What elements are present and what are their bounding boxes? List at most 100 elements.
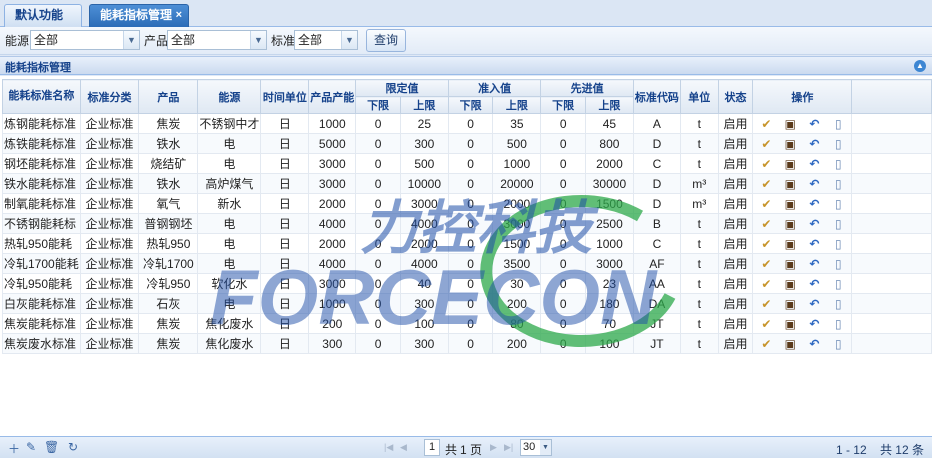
undo-icon[interactable]: ↶: [802, 177, 826, 191]
more-icon[interactable]: ▯: [826, 197, 850, 211]
save-icon[interactable]: ▣: [778, 137, 802, 151]
col-header-energy[interactable]: 能源: [197, 79, 262, 114]
chevron-down-icon[interactable]: ▼: [540, 440, 551, 455]
col-header-product[interactable]: 产品: [138, 79, 199, 114]
close-icon[interactable]: ×: [176, 5, 182, 26]
table-row[interactable]: 焦炭能耗标准 企业标准 焦炭 焦化废水日 200 0 100 0 80 0 70 JT t 启用 ✔ ▣ ↶ ▯: [2, 313, 932, 334]
tab-default-module[interactable]: 默认功能模块: [4, 4, 82, 43]
col-header-code[interactable]: 标准代码: [632, 79, 681, 114]
delete-icon[interactable]: 🗑: [44, 440, 59, 454]
collapse-icon[interactable]: ▲: [914, 60, 926, 72]
save-icon[interactable]: ▣: [778, 117, 802, 131]
chevron-down-icon[interactable]: ▼: [123, 31, 139, 49]
save-icon[interactable]: ▣: [778, 157, 802, 171]
table-row[interactable]: 白灰能耗标准 企业标准 石灰电日 1000 0 300 0 200 0 180 DA t 启用 ✔ ▣ ↶ ▯: [2, 293, 932, 314]
save-icon[interactable]: ▣: [778, 197, 802, 211]
edit-icon[interactable]: ✔: [754, 157, 778, 171]
product-select[interactable]: 全部 ▼: [167, 30, 267, 50]
table-row[interactable]: 焦炭废水标准 企业标准 焦炭 焦化废水日 300 0 300 0 200 0 100 JT t 启用 ✔ ▣ ↶…: [2, 333, 932, 354]
save-icon[interactable]: ▣: [778, 257, 802, 271]
col-header-category[interactable]: 标准分类: [79, 79, 140, 114]
save-icon[interactable]: ▣: [778, 297, 802, 311]
col-header-name[interactable]: 能耗标准名称: [2, 79, 81, 114]
cell-filler: [851, 313, 932, 334]
table-row[interactable]: 炼铁能耗标准 企业标准 铁水电日 5000 0 300 0 500 0 800 Dt 启用 ✔ ▣ ↶ ▯: [2, 133, 932, 154]
undo-icon[interactable]: ↶: [802, 157, 826, 171]
last-page-icon[interactable]: ▶|: [504, 442, 513, 453]
table-row[interactable]: 钢坯能耗标准 企业标准 烧结矿电日 3000 0 500 0 1000 0 2000 Ct 启用 ✔ ▣ ↶…: [2, 153, 932, 174]
undo-icon[interactable]: ↶: [802, 137, 826, 151]
query-button[interactable]: 查询: [366, 29, 406, 52]
col-header-access-upper[interactable]: 上限: [492, 96, 542, 114]
edit-icon[interactable]: ✔: [754, 317, 778, 331]
undo-icon[interactable]: ↶: [802, 217, 826, 231]
edit-icon[interactable]: ✔: [754, 297, 778, 311]
col-header-capacity[interactable]: 产品产能: [308, 79, 357, 114]
more-icon[interactable]: ▯: [826, 257, 850, 271]
next-page-icon[interactable]: ▶: [490, 442, 497, 453]
energy-select[interactable]: 全部 ▼: [30, 30, 140, 50]
save-icon[interactable]: ▣: [778, 337, 802, 351]
page-size-select[interactable]: 30 ▼: [520, 439, 552, 456]
prev-page-icon[interactable]: ◀: [400, 442, 407, 453]
edit-icon[interactable]: ✔: [754, 177, 778, 191]
first-page-icon[interactable]: |◀: [384, 442, 393, 453]
refresh-icon[interactable]: ↻: [68, 440, 78, 454]
undo-icon[interactable]: ↶: [802, 237, 826, 251]
tab-energy-index[interactable]: 能耗指标管理 ×: [89, 4, 189, 27]
save-icon[interactable]: ▣: [778, 217, 802, 231]
col-header-unit[interactable]: 单位: [679, 79, 719, 114]
more-icon[interactable]: ▯: [826, 297, 850, 311]
more-icon[interactable]: ▯: [826, 317, 850, 331]
add-icon[interactable]: ＋: [8, 440, 20, 457]
edit-icon[interactable]: ✔: [754, 237, 778, 251]
col-header-limit-lower[interactable]: 下限: [355, 96, 401, 114]
cell-energy: 电: [197, 253, 262, 274]
edit-icon[interactable]: ✔: [754, 117, 778, 131]
undo-icon[interactable]: ↶: [802, 297, 826, 311]
more-icon[interactable]: ▯: [826, 157, 850, 171]
chevron-down-icon[interactable]: ▼: [341, 31, 357, 49]
save-icon[interactable]: ▣: [778, 237, 802, 251]
edit-icon[interactable]: ✔: [754, 137, 778, 151]
more-icon[interactable]: ▯: [826, 177, 850, 191]
table-row[interactable]: 冷轧1700能耗 企业标准 冷轧1700 电日 4000 0 4000 0 3500 0 3000 A…: [2, 253, 932, 274]
edit-icon[interactable]: ✔: [754, 197, 778, 211]
col-header-limit-upper[interactable]: 上限: [399, 96, 449, 114]
standard-select[interactable]: 全部 ▼: [294, 30, 358, 50]
undo-icon[interactable]: ↶: [802, 257, 826, 271]
edit-icon[interactable]: ✔: [754, 217, 778, 231]
table-row[interactable]: 制氧能耗标准 企业标准 氧气 新水日 2000 0 3000 0 2000 0 1500 Dm³ 启用 ✔…: [2, 193, 932, 214]
col-header-time-unit[interactable]: 时间单位: [260, 79, 310, 114]
col-header-advanced-upper[interactable]: 上限: [584, 96, 634, 114]
undo-icon[interactable]: ↶: [802, 337, 826, 351]
undo-icon[interactable]: ↶: [802, 317, 826, 331]
more-icon[interactable]: ▯: [826, 117, 850, 131]
col-header-advanced-lower[interactable]: 下限: [540, 96, 586, 114]
more-icon[interactable]: ▯: [826, 237, 850, 251]
edit-icon[interactable]: ✔: [754, 277, 778, 291]
table-row[interactable]: 冷轧950能耗 企业标准 冷轧950 软化水日 3000 0 40 0 30 0 23 AA t 启用 ✔ ▣…: [2, 273, 932, 294]
more-icon[interactable]: ▯: [826, 217, 850, 231]
edit-icon[interactable]: ✔: [754, 257, 778, 271]
save-icon[interactable]: ▣: [778, 317, 802, 331]
save-icon[interactable]: ▣: [778, 177, 802, 191]
table-row[interactable]: 炼钢能耗标准 企业标准 焦炭 不锈钢中才日 1000 0 25 0 35 0 45 At 启用 ✔ ▣ ↶ ▯: [2, 113, 932, 134]
edit-icon[interactable]: ✎: [26, 440, 36, 454]
undo-icon[interactable]: ↶: [802, 117, 826, 131]
cell-product: 铁水: [138, 133, 199, 154]
chevron-down-icon[interactable]: ▼: [250, 31, 266, 49]
undo-icon[interactable]: ↶: [802, 197, 826, 211]
table-row[interactable]: 铁水能耗标准 企业标准 铁水 高炉煤气日 3000 0 10000 0 20000 0 30000 D…: [2, 173, 932, 194]
save-icon[interactable]: ▣: [778, 277, 802, 291]
table-row[interactable]: 热轧950能耗 企业标准 热轧950 电日 2000 0 2000 0 1500 0 1000 Ct 启…: [2, 233, 932, 254]
edit-icon[interactable]: ✔: [754, 337, 778, 351]
page-number-input[interactable]: 1: [424, 439, 440, 456]
col-header-access-lower[interactable]: 下限: [447, 96, 494, 114]
table-row[interactable]: 不锈钢能耗标 企业标准 普钢钢坯电日 4000 0 4000 0 3000 0 2500 Bt 启用 ✔…: [2, 213, 932, 234]
undo-icon[interactable]: ↶: [802, 277, 826, 291]
more-icon[interactable]: ▯: [826, 337, 850, 351]
col-header-status[interactable]: 状态: [717, 79, 754, 114]
more-icon[interactable]: ▯: [826, 137, 850, 151]
more-icon[interactable]: ▯: [826, 277, 850, 291]
